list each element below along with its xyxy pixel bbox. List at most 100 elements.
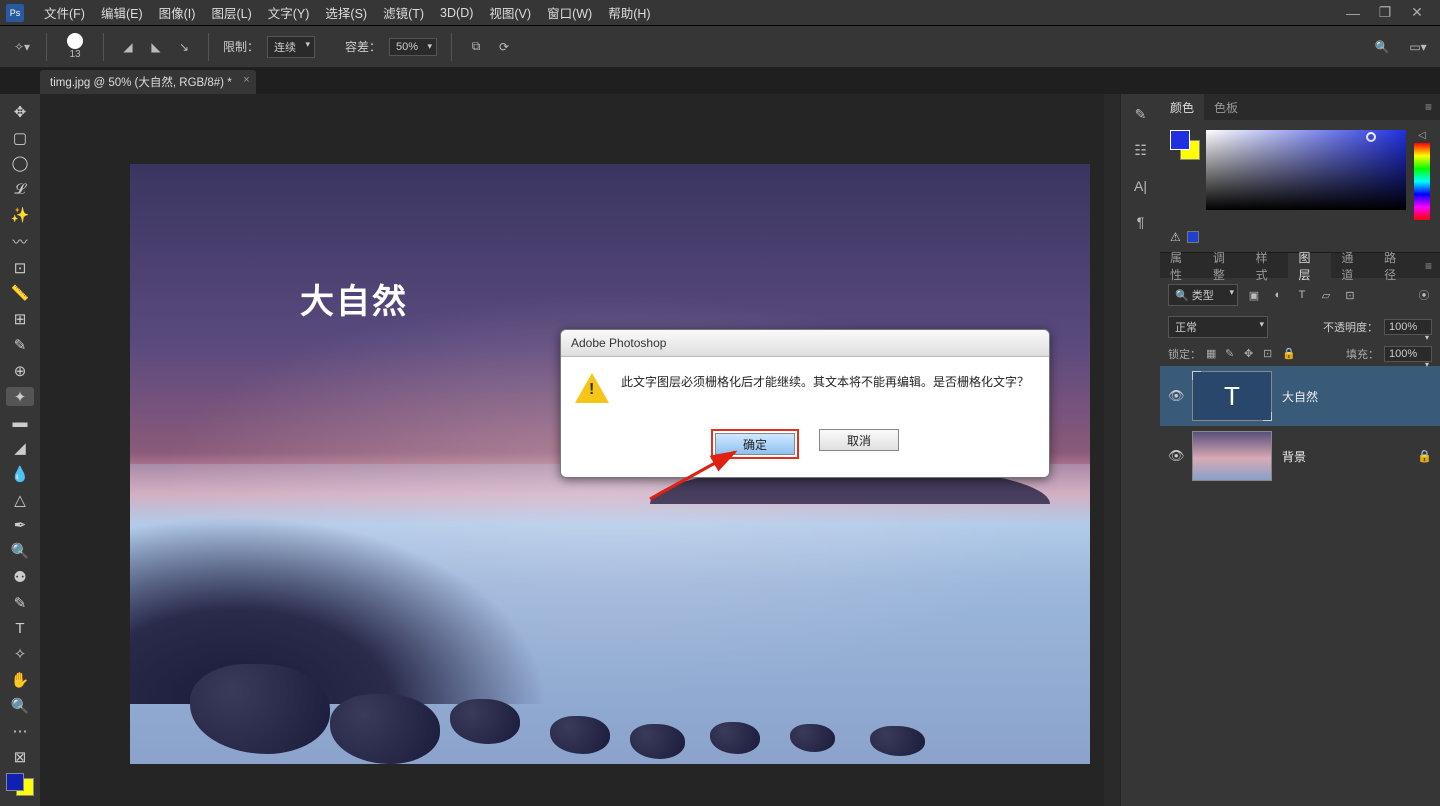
background-eraser-icon[interactable]: ✦ [6,387,34,407]
filter-toggle-icon[interactable]: ⦿ [1416,287,1432,303]
crop-tool-icon[interactable]: ⊡ [6,258,34,278]
menu-3d[interactable]: 3D(D) [432,6,481,20]
healing-brush-icon[interactable]: ⊕ [6,361,34,381]
menu-filter[interactable]: 滤镜(T) [375,3,432,22]
menu-type[interactable]: 文字(Y) [260,3,318,22]
tab-swatches[interactable]: 色板 [1204,94,1248,120]
layer-name[interactable]: 背景 [1282,448,1407,465]
menu-layer[interactable]: 图层(L) [203,3,259,22]
ruler-tool-icon[interactable]: 📏 [6,284,34,304]
filter-adjust-icon[interactable]: ◐ [1270,287,1286,303]
path-select-icon[interactable]: ✧ [6,644,34,664]
lock-pixels-icon[interactable]: ✎ [1225,347,1239,361]
tab-adjustments[interactable]: 调整 [1203,253,1246,278]
canvas-area[interactable]: 大自然 Adobe Photoshop 此文字图层必须栅格化后才能继续。其文本将… [40,94,1104,806]
fill-value[interactable]: 100% [1384,346,1432,362]
freeform-pen-icon[interactable]: 🔍 [6,541,34,561]
screenmode-icon[interactable]: ▭▾ [1408,37,1428,57]
sample-icon-2[interactable]: ◣ [146,37,166,57]
lock-all-icon[interactable]: 🔒 [1282,347,1296,361]
adjustments-panel-icon[interactable]: ☷ [1131,140,1151,160]
magic-wand-icon[interactable]: ✨ [6,205,34,225]
minimize-icon[interactable]: — [1346,6,1360,20]
ellipse-marquee-icon[interactable]: ◯ [6,154,34,174]
layer-row[interactable]: 👁 背景 🔒 [1160,426,1440,486]
paragraph-panel-icon[interactable]: ¶ [1131,212,1151,232]
edit-toolbar-icon[interactable]: ⋯ [6,722,34,742]
hand-tool-icon[interactable]: ✋ [6,670,34,690]
opacity-value[interactable]: 100% [1384,319,1432,335]
menu-image[interactable]: 图像(I) [151,3,204,22]
foreground-swatch[interactable] [6,773,24,791]
dodge-icon[interactable]: △ [6,490,34,510]
menu-help[interactable]: 帮助(H) [600,3,658,22]
search-icon[interactable]: 🔍 [1372,37,1392,57]
document-tab[interactable]: timg.jpg @ 50% (大自然, RGB/8#) * × [40,70,256,94]
filter-pixel-icon[interactable]: ▣ [1246,287,1262,303]
menu-view[interactable]: 视图(V) [481,3,539,22]
paintbucket-icon[interactable]: ▬ [6,412,34,432]
layers-panel-menu-icon[interactable]: ≡ [1417,259,1440,273]
layer-thumbnail-image[interactable] [1192,431,1272,481]
color-fg-bg[interactable] [1170,130,1198,220]
closest-websafe-swatch[interactable] [1187,231,1199,243]
history-panel-icon[interactable]: ✎ [1131,104,1151,124]
pen-tool-icon[interactable]: ✒ [6,515,34,535]
layer-thumbnail-text[interactable]: T [1192,371,1272,421]
menu-select[interactable]: 选择(S) [317,3,375,22]
zoom-tool-icon[interactable]: 🔍 [6,696,34,716]
layer-row[interactable]: 👁 T 大自然 [1160,366,1440,426]
tolerance-combo[interactable]: 50% [389,38,437,56]
tab-color[interactable]: 颜色 [1160,94,1204,120]
tab-properties[interactable]: 属性 [1160,253,1203,278]
lock-transparency-icon[interactable]: ▦ [1206,347,1220,361]
filter-type-icon[interactable]: T [1294,287,1310,303]
visibility-eye-icon[interactable]: 👁 [1168,388,1182,404]
lock-position-icon[interactable]: ✥ [1244,347,1258,361]
lasso-tool-icon[interactable]: 𝓛 [6,179,34,199]
brush-preset[interactable]: 13 [67,33,83,60]
sample-icon-1[interactable]: ◢ [118,37,138,57]
layer-filter-combo[interactable]: 🔍 类型 [1168,284,1238,306]
menu-file[interactable]: 文件(F) [36,3,93,22]
more-tool-icon[interactable]: ⊠ [6,747,34,767]
tab-styles[interactable]: 样式 [1246,253,1289,278]
quick-select-icon[interactable]: 〰 [6,231,34,252]
gradient-icon[interactable]: ◢ [6,438,34,458]
tab-layers[interactable]: 图层 [1288,253,1331,278]
tab-paths[interactable]: 路径 [1374,253,1417,278]
cancel-button[interactable]: 取消 [819,429,899,451]
menu-edit[interactable]: 编辑(E) [93,3,151,22]
sample-icon-3[interactable]: ↘ [174,37,194,57]
hue-slider[interactable] [1414,143,1430,220]
color-panel-menu-icon[interactable]: ≡ [1417,100,1440,114]
type-tool-icon[interactable]: T [6,619,34,639]
tab-close-icon[interactable]: × [243,74,249,86]
filter-smart-icon[interactable]: ⊡ [1342,287,1358,303]
layer-name[interactable]: 大自然 [1282,388,1432,405]
ok-button[interactable]: 确定 [715,433,795,455]
eyedropper-icon[interactable]: ✎ [6,335,34,355]
lock-artboard-icon[interactable]: ⊡ [1263,347,1277,361]
character-panel-icon[interactable]: A| [1131,176,1151,196]
canvas-vscrollbar[interactable] [1104,94,1120,806]
filter-shape-icon[interactable]: ▱ [1318,287,1334,303]
blend-mode-combo[interactable]: 正常 [1168,316,1268,338]
restore-icon[interactable]: ❐ [1378,6,1392,20]
perspective-tool-icon[interactable]: ⊞ [6,309,34,329]
menu-window[interactable]: 窗口(W) [539,3,600,22]
tool-preset-icon[interactable]: ✧▾ [12,37,32,57]
panel-foreground-swatch[interactable] [1170,130,1190,150]
canvas-text-layer[interactable]: 大自然 [300,274,408,323]
eraser-icon[interactable]: ✎ [6,593,34,613]
blur-icon[interactable]: 💧 [6,464,34,484]
limit-combo[interactable]: 连续 [267,36,315,58]
marquee-tool-icon[interactable]: ▢ [6,128,34,148]
visibility-eye-icon[interactable]: 👁 [1168,448,1182,464]
tab-channels[interactable]: 通道 [1331,253,1374,278]
move-tool-icon[interactable]: ✥ [6,102,34,122]
color-picker-box[interactable] [1206,130,1406,210]
close-icon[interactable]: ✕ [1410,6,1424,20]
foreground-background-colors[interactable] [6,773,34,796]
option-icon-a[interactable]: ⧉ [466,37,486,57]
